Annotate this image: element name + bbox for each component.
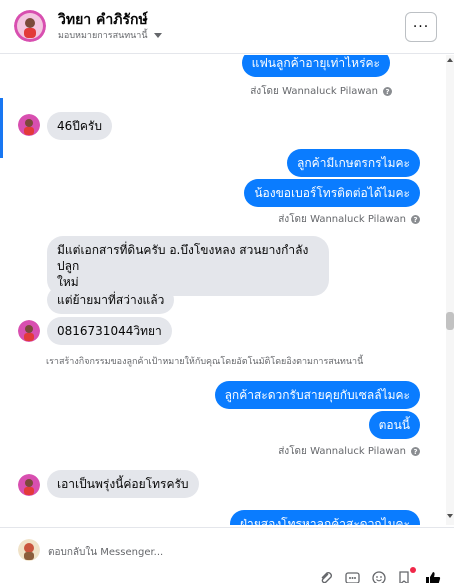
- scroll-down-arrow[interactable]: [447, 514, 453, 518]
- quick-reply-icon[interactable]: [344, 571, 360, 583]
- notification-dot: [410, 567, 416, 573]
- sent-by-text: ส่งโดย Wannaluck Pilawan: [278, 214, 406, 225]
- reply-input[interactable]: ตอบกลับใน Messenger...: [48, 545, 163, 560]
- chevron-down-icon: [153, 32, 162, 38]
- sent-by-label: ส่งโดย Wannaluck Pilawan ?: [250, 84, 392, 99]
- info-icon[interactable]: ?: [411, 447, 420, 456]
- sent-by-text: ส่งโดย Wannaluck Pilawan: [250, 86, 378, 97]
- attachment-icon[interactable]: [318, 571, 334, 583]
- contact-avatar[interactable]: [18, 114, 40, 136]
- info-icon[interactable]: ?: [411, 215, 420, 224]
- message-thread[interactable]: แฟนลูกค้าอายุเท่าไหร่คะ ส่งโดย Wannaluck…: [0, 55, 446, 525]
- selection-accent: [0, 98, 3, 158]
- saved-reply-icon[interactable]: [396, 571, 412, 583]
- scrollbar-thumb[interactable]: [446, 312, 454, 330]
- message-bubble-incoming[interactable]: 46ปีครับ: [47, 112, 112, 140]
- message-text-line: มีแต่เอกสารที่ดินครับ อ.บึงโขงหลง สวนยาง…: [57, 243, 309, 273]
- message-bubble-outgoing[interactable]: ลูกค้ามีเกษตรกรไมคะ: [287, 149, 420, 177]
- sent-by-text: ส่งโดย Wannaluck Pilawan: [278, 446, 406, 457]
- message-bubble-incoming[interactable]: 0816731044วิทยา: [47, 317, 172, 345]
- message-bubble-outgoing[interactable]: น้องขอเบอร์โทรติดต่อได้ไมคะ: [244, 179, 420, 207]
- info-icon[interactable]: ?: [383, 87, 392, 96]
- message-bubble-outgoing[interactable]: ตอนนี้: [368, 411, 420, 439]
- message-bubble-outgoing[interactable]: ฝ่ายสองโทรหาลูกค้าสะดวกไมคะ: [229, 510, 420, 525]
- assign-conversation-dropdown[interactable]: มอบหมายการสนทนานี้: [58, 28, 162, 42]
- scroll-up-arrow[interactable]: [447, 58, 453, 62]
- conversation-header: วิทยา คำภิรักษ์ มอบหมายการสนทนานี้ ···: [0, 0, 454, 54]
- like-icon[interactable]: [425, 571, 441, 583]
- contact-avatar[interactable]: [18, 320, 40, 342]
- page-avatar: [18, 539, 40, 561]
- reply-composer: ตอบกลับใน Messenger...: [0, 527, 454, 583]
- sent-by-label: ส่งโดย Wannaluck Pilawan ?: [278, 444, 420, 459]
- more-options-icon: ···: [412, 19, 430, 35]
- assign-conversation-label: มอบหมายการสนทนานี้: [58, 31, 148, 41]
- more-options-button[interactable]: ···: [405, 12, 437, 42]
- emoji-icon[interactable]: [371, 571, 387, 583]
- message-bubble-outgoing[interactable]: ลูกค้าสะดวกรับสายคุยกับเซลล์ไมคะ: [214, 381, 420, 409]
- scrollbar-track[interactable]: [446, 55, 454, 525]
- sent-by-label: ส่งโดย Wannaluck Pilawan ?: [278, 212, 420, 227]
- message-bubble-incoming[interactable]: แต่ย้ายมาที่สว่างแล้ว: [47, 286, 175, 314]
- contact-avatar[interactable]: [14, 10, 46, 42]
- message-bubble-outgoing[interactable]: แฟนลูกค้าอายุเท่าไหร่คะ: [241, 55, 390, 77]
- message-bubble-incoming[interactable]: เอาเป็นพรุ่งนี้ค่อยโทรครับ: [47, 470, 199, 498]
- contact-avatar[interactable]: [18, 474, 40, 496]
- system-notice: เราสร้างกิจกรรมของลูกค้าเป้าหมายให้กับคุ…: [46, 357, 364, 367]
